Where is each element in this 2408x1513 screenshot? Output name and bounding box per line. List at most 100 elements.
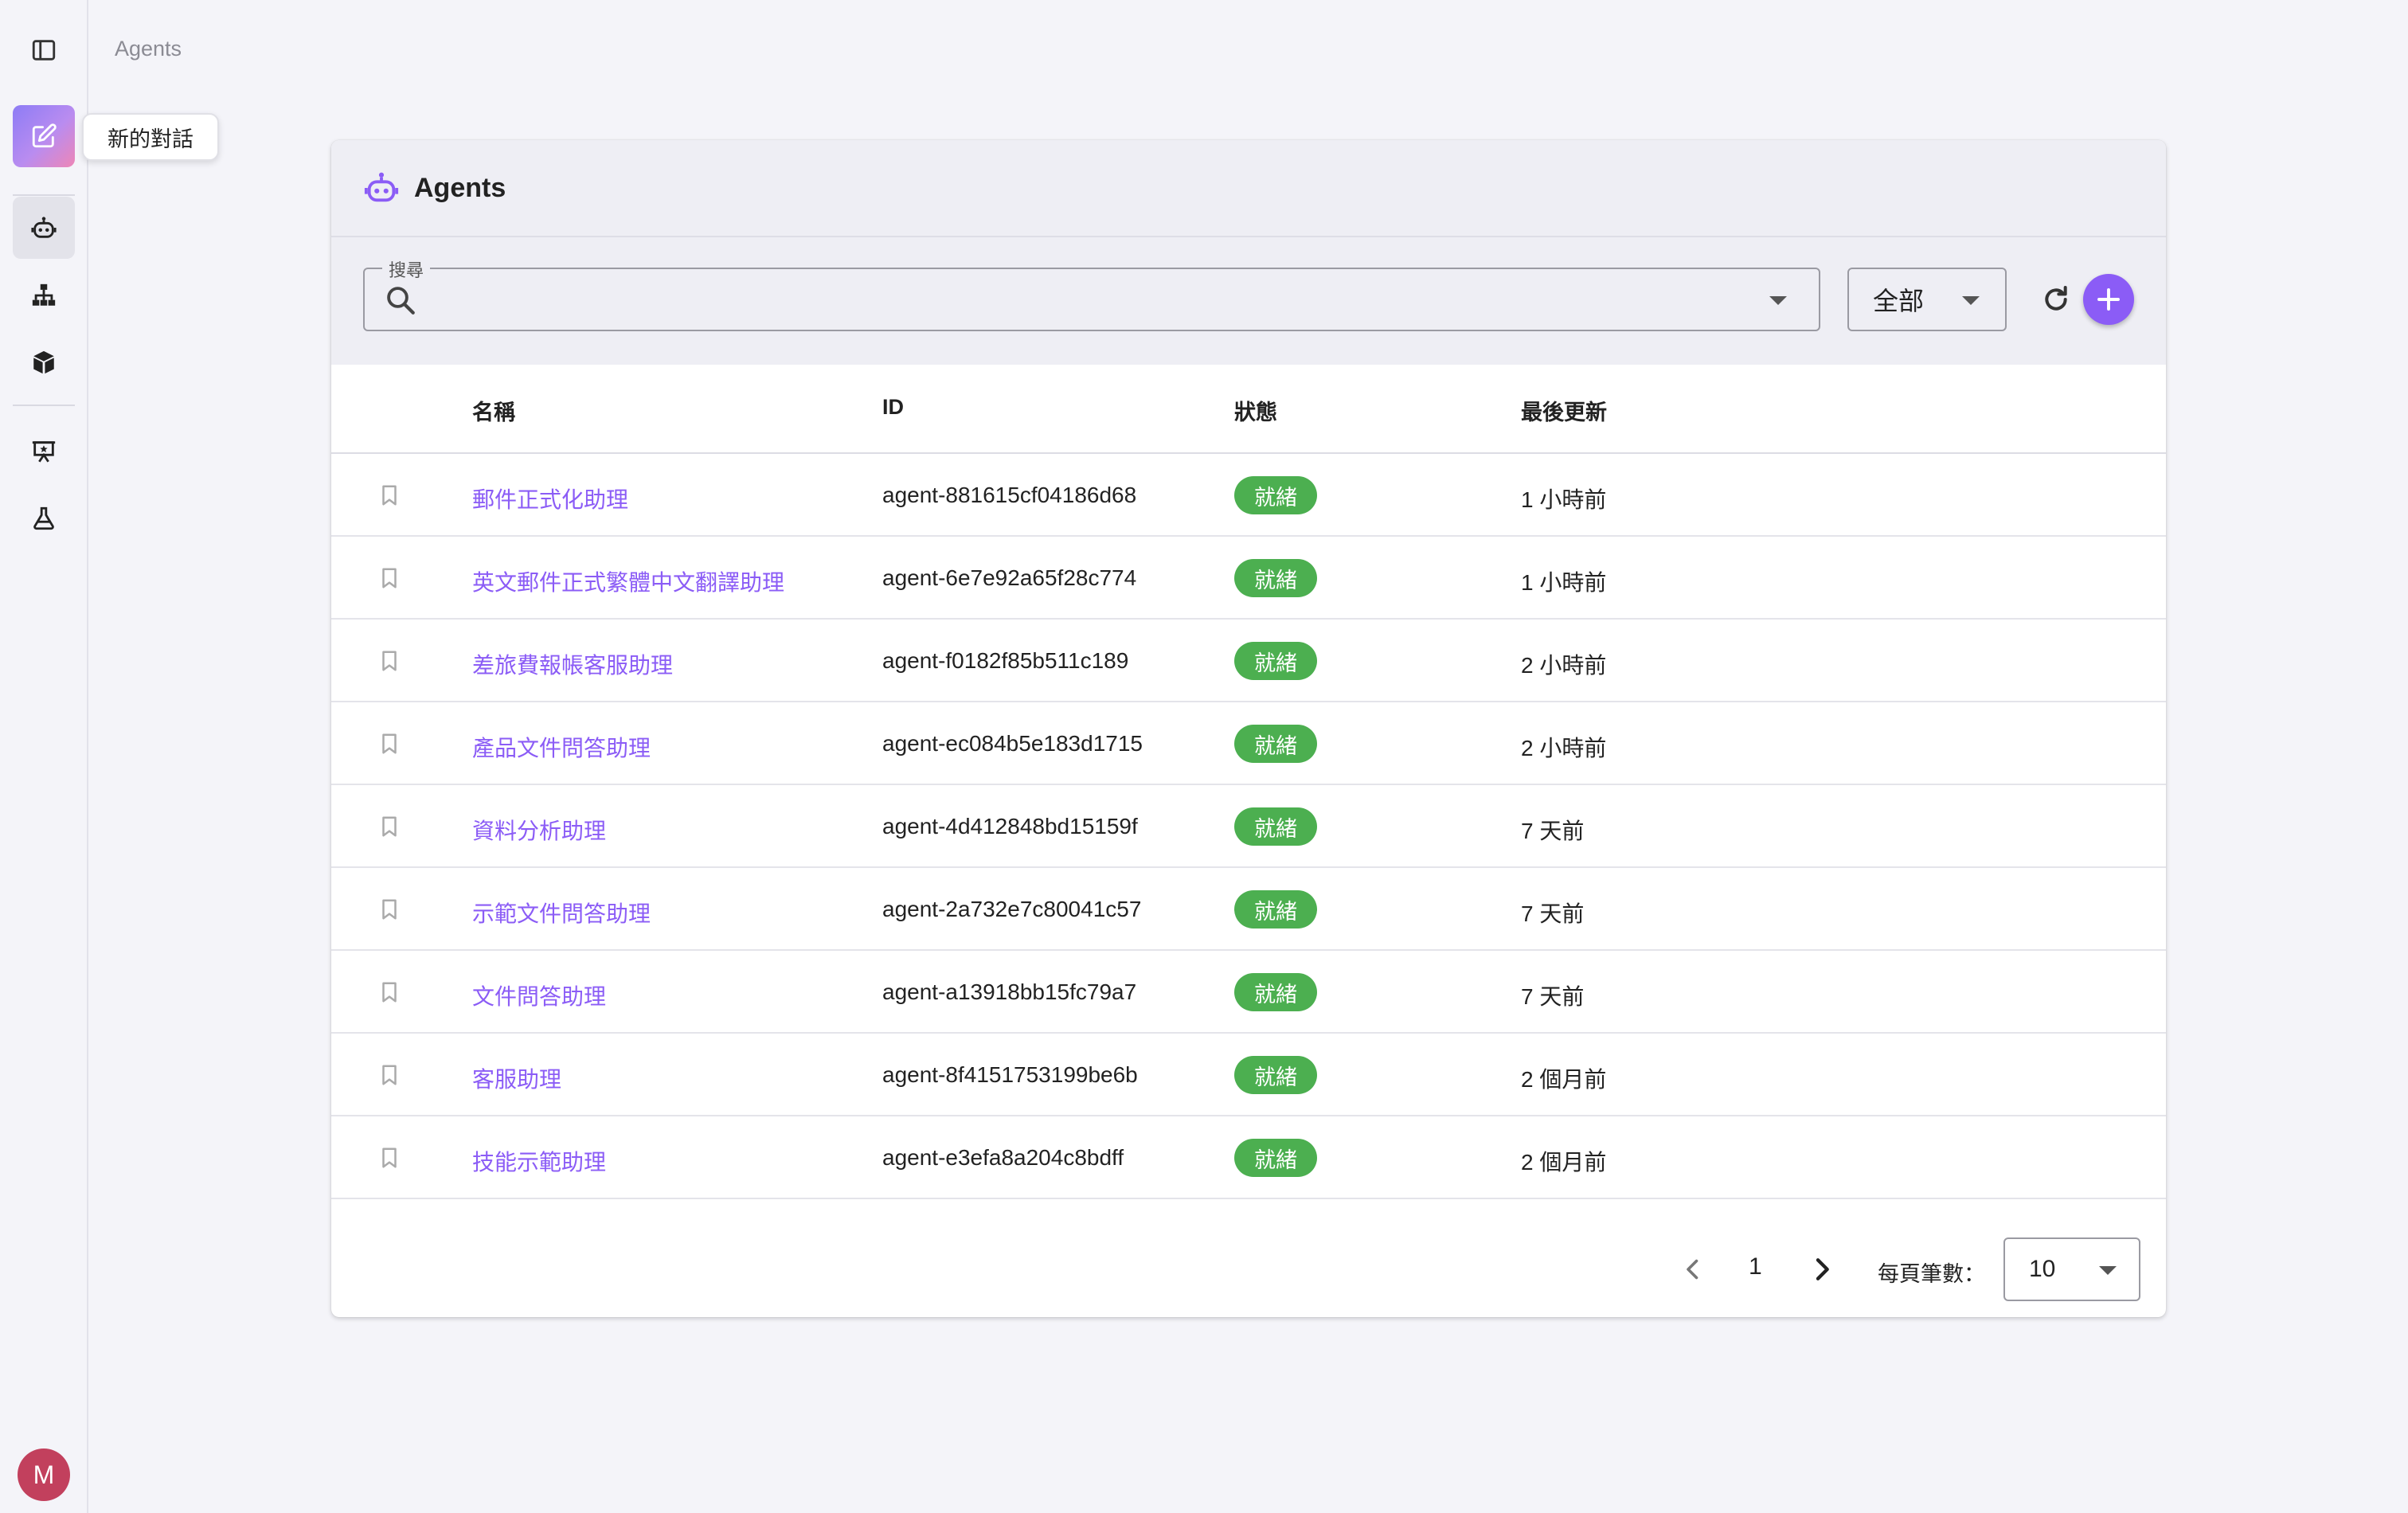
pagination: 1 每頁筆數： 10 [331, 1204, 2166, 1317]
agent-id: agent-8f4151753199be6b [882, 1062, 1138, 1087]
search-label: 搜尋 [382, 256, 431, 282]
table-row[interactable]: 英文郵件正式繁體中文翻譯助理 agent-6e7e92a65f28c774 就緒 1 … [331, 537, 2166, 620]
table-row[interactable]: 示範文件問答助理 agent-2a732e7c80041c57 就緒 7 天前 [331, 868, 2166, 951]
bookmark-icon[interactable] [377, 647, 401, 675]
card-header: Agents [331, 140, 2166, 237]
cube-icon [33, 350, 54, 374]
last-updated: 7 天前 [1521, 901, 1585, 926]
edit-icon [32, 123, 57, 148]
agent-name-link[interactable]: 示範文件問答助理 [472, 897, 651, 929]
table-header: 名稱 ID 狀態 最後更新 [331, 365, 2166, 454]
agents-card: Agents 搜尋 全部 名稱 ID 狀態 最後更新 郵件正式化助理 agent… [331, 140, 2166, 1317]
chevron-down-icon[interactable] [1769, 296, 1787, 305]
agent-id: agent-f0182f85b511c189 [882, 648, 1129, 673]
table-row[interactable]: 產品文件問答助理 agent-ec084b5e183d1715 就緒 2 小時前 [331, 702, 2166, 785]
column-header-name[interactable]: 名稱 [472, 395, 515, 426]
agent-id: agent-2a732e7c80041c57 [882, 897, 1142, 921]
sidebar-item-packages[interactable] [13, 331, 75, 393]
sitemap-icon [32, 283, 56, 306]
agent-name-link[interactable]: 差旅費報帳客服助理 [472, 648, 673, 680]
agent-name-link[interactable]: 資料分析助理 [472, 814, 606, 846]
agent-id: agent-881615cf04186d68 [882, 483, 1137, 507]
last-updated: 2 個月前 [1521, 1150, 1607, 1175]
status-badge: 就緒 [1234, 1139, 1317, 1177]
status-badge: 就緒 [1234, 890, 1317, 929]
sidebar-item-presentations[interactable] [13, 420, 75, 483]
table-row[interactable]: 資料分析助理 agent-4d412848bd15159f 就緒 7 天前 [331, 785, 2166, 868]
presentation-icon [32, 441, 56, 463]
status-badge: 就緒 [1234, 725, 1317, 763]
agent-id: agent-e3efa8a204c8bdff [882, 1145, 1124, 1170]
robot-icon [364, 172, 399, 202]
column-header-updated[interactable]: 最後更新 [1521, 395, 1607, 426]
last-updated: 2 個月前 [1521, 1067, 1607, 1092]
table-row[interactable]: 技能示範助理 agent-e3efa8a204c8bdff 就緒 2 個月前 [331, 1116, 2166, 1199]
bookmark-icon[interactable] [377, 1061, 401, 1089]
agent-id: agent-ec084b5e183d1715 [882, 731, 1143, 756]
agent-name-link[interactable]: 郵件正式化助理 [472, 483, 628, 514]
status-badge: 就緒 [1234, 973, 1317, 1011]
agent-name-link[interactable]: 產品文件問答助理 [472, 731, 651, 763]
agent-name-link[interactable]: 技能示範助理 [472, 1145, 606, 1177]
status-badge: 就緒 [1234, 1056, 1317, 1094]
agent-id: agent-a13918bb15fc79a7 [882, 979, 1137, 1004]
last-updated: 1 小時前 [1521, 570, 1607, 595]
per-page-value: 10 [2029, 1256, 2056, 1282]
new-chat-button[interactable] [13, 105, 75, 167]
last-updated: 7 天前 [1521, 819, 1585, 843]
sidebar-divider [13, 405, 75, 406]
last-updated: 2 小時前 [1521, 736, 1607, 760]
add-agent-button[interactable] [2083, 274, 2134, 325]
per-page-label: 每頁筆數： [1878, 1262, 1985, 1286]
bookmark-icon[interactable] [377, 481, 401, 510]
chevron-left-icon[interactable] [1679, 1255, 1707, 1284]
toggle-sidebar-button[interactable] [13, 19, 75, 81]
status-badge: 就緒 [1234, 559, 1317, 597]
table-row[interactable]: 差旅費報帳客服助理 agent-f0182f85b511c189 就緒 2 小時前 [331, 620, 2166, 702]
agent-name-link[interactable]: 英文郵件正式繁體中文翻譯助理 [472, 565, 784, 597]
agent-id: agent-6e7e92a65f28c774 [882, 565, 1137, 590]
new-chat-tooltip: 新的對話 [82, 113, 219, 161]
refresh-icon[interactable] [2040, 283, 2072, 315]
status-filter-value: 全部 [1873, 287, 1925, 315]
bookmark-icon[interactable] [377, 729, 401, 758]
last-updated: 1 小時前 [1521, 487, 1607, 512]
agent-name-link[interactable]: 客服助理 [472, 1062, 561, 1094]
agent-id: agent-4d412848bd15159f [882, 814, 1138, 839]
breadcrumb: Agents [115, 37, 182, 61]
sidebar-item-agents[interactable] [13, 197, 75, 259]
current-page-number[interactable]: 1 [1749, 1253, 1762, 1280]
column-header-id[interactable]: ID [882, 395, 904, 420]
status-badge: 就緒 [1234, 807, 1317, 846]
per-page-select[interactable]: 10 [2003, 1237, 2140, 1301]
bookmark-icon[interactable] [377, 812, 401, 841]
last-updated: 2 小時前 [1521, 653, 1607, 678]
sidebar-panel-icon [32, 40, 56, 61]
chevron-right-icon[interactable] [1806, 1253, 1838, 1285]
page-title: Agents [414, 172, 506, 203]
plus-icon [2097, 288, 2120, 311]
status-badge: 就緒 [1234, 476, 1317, 514]
robot-icon [31, 217, 57, 238]
sidebar-item-workflows[interactable] [13, 264, 75, 326]
sidebar-item-lab[interactable] [13, 487, 75, 549]
flask-icon [33, 506, 54, 530]
chevron-down-icon [2099, 1266, 2117, 1275]
table-row[interactable]: 郵件正式化助理 agent-881615cf04186d68 就緒 1 小時前 [331, 454, 2166, 537]
agent-name-link[interactable]: 文件問答助理 [472, 979, 606, 1011]
table-row[interactable]: 文件問答助理 agent-a13918bb15fc79a7 就緒 7 天前 [331, 951, 2166, 1034]
search-input[interactable] [428, 277, 1750, 323]
sidebar-divider [13, 194, 75, 196]
bookmark-icon[interactable] [377, 978, 401, 1007]
user-avatar[interactable]: M [18, 1448, 70, 1501]
search-icon [387, 287, 415, 315]
last-updated: 7 天前 [1521, 984, 1585, 1009]
table-row[interactable]: 客服助理 agent-8f4151753199be6b 就緒 2 個月前 [331, 1034, 2166, 1116]
bookmark-icon[interactable] [377, 895, 401, 924]
search-field[interactable]: 搜尋 [363, 256, 1820, 331]
toolbar: 搜尋 全部 [331, 237, 2166, 368]
column-header-status[interactable]: 狀態 [1234, 395, 1277, 426]
status-filter-select[interactable]: 全部 [1847, 268, 2007, 331]
bookmark-icon[interactable] [377, 1144, 401, 1172]
bookmark-icon[interactable] [377, 564, 401, 592]
